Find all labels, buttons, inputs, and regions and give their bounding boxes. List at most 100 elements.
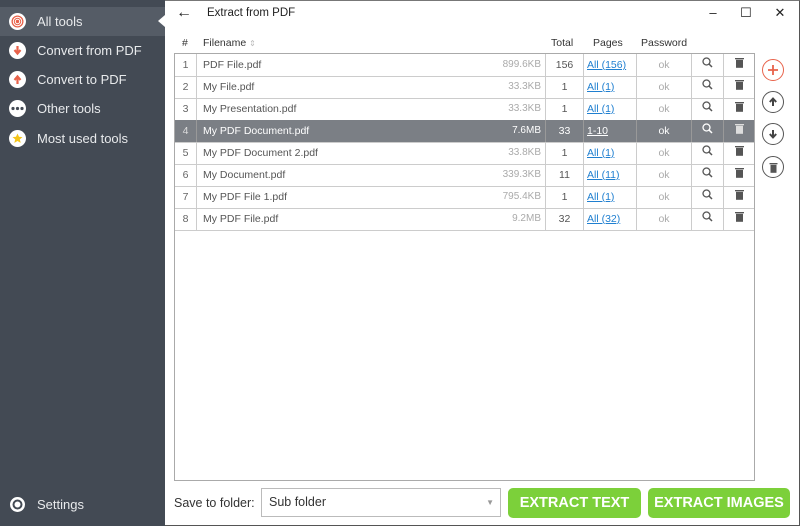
back-arrow-icon[interactable]: ← (176, 4, 192, 22)
trash-icon (734, 146, 744, 159)
magnifier-icon (702, 57, 713, 71)
table-row[interactable]: 1 PDF File.pdf 899.6KB 156 All (156) ok (175, 54, 754, 77)
preview-button[interactable] (692, 98, 724, 120)
table-row[interactable]: 8 My PDF File.pdf 9.2MB 32 All (32) ok (175, 208, 754, 231)
column-header-filename[interactable]: Filename ⇕ (203, 37, 256, 49)
save-folder-select[interactable]: Sub folder ▼ (261, 488, 501, 517)
total-pages: 1 (546, 76, 584, 98)
sidebar-item-settings[interactable]: Settings (0, 490, 165, 519)
filename: My Document.pdf (203, 169, 286, 181)
filename: My PDF Document 2.pdf (203, 147, 318, 159)
sidebar-item-label: Most used tools (37, 131, 129, 146)
pages-cell: All (156) (584, 54, 637, 76)
column-header-total: Total (551, 37, 574, 49)
delete-row-button[interactable] (724, 142, 754, 164)
row-number: 8 (175, 208, 197, 230)
filename-cell: My PDF Document.pdf (197, 120, 546, 142)
file-size: 339.3KB (502, 169, 541, 180)
delete-row-button[interactable] (724, 76, 754, 98)
target-icon (9, 13, 26, 30)
delete-row-button[interactable] (724, 164, 754, 186)
page-title: Extract from PDF (207, 7, 296, 19)
move-down-button[interactable] (762, 123, 784, 145)
main-panel: ← Extract from PDF – ☐ ✕ # Filename ⇕ To… (165, 0, 800, 526)
filename: PDF File.pdf (203, 59, 262, 71)
add-file-button[interactable] (762, 59, 784, 81)
preview-button[interactable] (692, 54, 724, 76)
table-row[interactable]: 3 My Presentation.pdf 33.3KB 1 All (1) ok (175, 98, 754, 121)
active-indicator (158, 15, 165, 27)
table-row[interactable]: 5 My PDF Document 2.pdf 33.8KB 1 All (1) ok (175, 142, 754, 165)
ellipsis-icon (9, 100, 26, 117)
filename-cell: My File.pdf (197, 76, 546, 98)
total-pages: 11 (546, 164, 584, 186)
filename-cell: My PDF File 1.pdf (197, 186, 546, 208)
filename: My PDF Document.pdf (203, 125, 310, 137)
row-number: 2 (175, 76, 197, 98)
extract-images-button[interactable]: EXTRACT IMAGES (648, 488, 790, 518)
pages-cell: All (32) (584, 208, 637, 230)
sidebar-item-all-tools[interactable]: All tools (0, 7, 165, 36)
sidebar-item-other-tools[interactable]: Other tools (0, 94, 165, 123)
preview-button[interactable] (692, 208, 724, 230)
remove-all-button[interactable] (762, 156, 784, 178)
close-button[interactable]: ✕ (770, 5, 790, 21)
preview-button[interactable] (692, 76, 724, 98)
pages-cell: All (11) (584, 164, 637, 186)
pages-link[interactable]: All (1) (587, 147, 614, 159)
total-pages: 156 (546, 54, 584, 76)
extract-text-button[interactable]: EXTRACT TEXT (508, 488, 641, 518)
pages-link[interactable]: All (156) (587, 59, 626, 71)
preview-button[interactable] (692, 142, 724, 164)
pages-link[interactable]: All (1) (587, 103, 614, 115)
total-pages: 1 (546, 98, 584, 120)
password-status: ok (637, 54, 692, 76)
pages-link[interactable]: All (32) (587, 213, 620, 225)
filename-label: Filename (203, 37, 247, 49)
delete-row-button[interactable] (724, 98, 754, 120)
move-up-button[interactable] (762, 91, 784, 113)
sidebar: All tools Convert from PDF Convert to PD… (0, 0, 165, 526)
filename-cell: My Document.pdf (197, 164, 546, 186)
delete-row-button[interactable] (724, 186, 754, 208)
pages-link[interactable]: All (1) (587, 81, 614, 93)
preview-button[interactable] (692, 120, 724, 142)
sidebar-item-label: All tools (37, 14, 83, 29)
delete-row-button[interactable] (724, 120, 754, 142)
sidebar-item-convert-from-pdf[interactable]: Convert from PDF (0, 36, 165, 65)
delete-row-button[interactable] (724, 208, 754, 230)
password-status: ok (637, 208, 692, 230)
delete-row-button[interactable] (724, 54, 754, 76)
table-row[interactable]: 2 My File.pdf 33.3KB 1 All (1) ok (175, 76, 754, 99)
password-status: ok (637, 120, 692, 142)
magnifier-icon (702, 145, 713, 159)
column-header-password: Password (641, 37, 688, 49)
filename-cell: PDF File.pdf (197, 54, 546, 76)
file-size: 899.6KB (502, 59, 541, 70)
preview-button[interactable] (692, 186, 724, 208)
sidebar-item-convert-to-pdf[interactable]: Convert to PDF (0, 65, 165, 94)
table-row[interactable]: 7 My PDF File 1.pdf 795.4KB 1 All (1) ok (175, 186, 754, 209)
sidebar-item-most-used-tools[interactable]: Most used tools (0, 124, 165, 153)
star-icon (9, 130, 26, 147)
filename-cell: My PDF File.pdf (197, 208, 546, 230)
save-to-folder-label: Save to folder: (174, 496, 255, 510)
table-row[interactable]: 6 My Document.pdf 339.3KB 11 All (11) ok (175, 164, 754, 187)
filename-cell: My PDF Document 2.pdf (197, 142, 546, 164)
preview-button[interactable] (692, 164, 724, 186)
plus-icon (768, 65, 778, 75)
file-size: 9.2MB (512, 213, 541, 224)
trash-icon (769, 162, 777, 173)
maximize-button[interactable]: ☐ (736, 5, 756, 21)
pages-link[interactable]: 1-10 (587, 125, 608, 137)
filename: My File.pdf (203, 81, 255, 93)
minimize-button[interactable]: – (703, 5, 723, 20)
total-pages: 1 (546, 186, 584, 208)
table-row[interactable]: 4 My PDF Document.pdf 7.6MB 33 1-10 ok (175, 120, 754, 143)
pages-link[interactable]: All (1) (587, 191, 614, 203)
pages-link[interactable]: All (11) (587, 169, 619, 181)
file-size: 7.6MB (512, 125, 541, 136)
pages-cell: All (1) (584, 142, 637, 164)
row-number: 1 (175, 54, 197, 76)
filename: My PDF File.pdf (203, 213, 279, 225)
